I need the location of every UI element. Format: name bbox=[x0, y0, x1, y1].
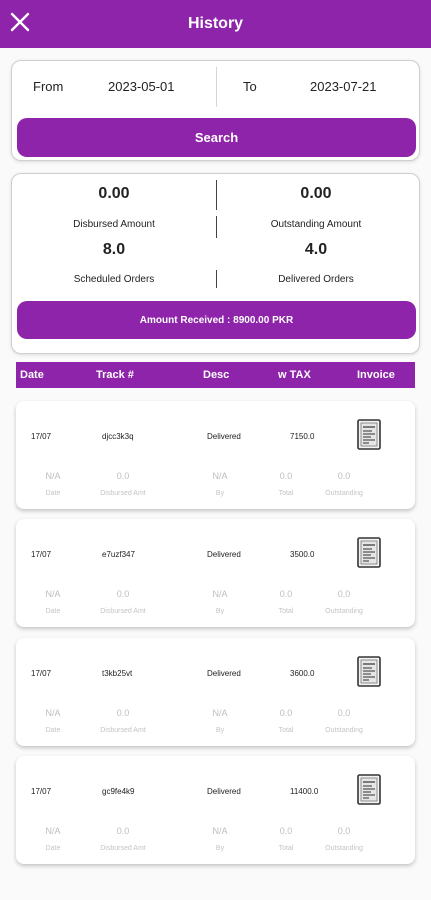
row-outstanding-label: Outstanding bbox=[325, 490, 363, 497]
invoice-icon[interactable] bbox=[356, 419, 382, 451]
row-outstanding-value: 0.0 bbox=[337, 471, 351, 481]
table-row[interactable]: 17/07 gc9fe4k9 Delivered 11400.0 N/A Date 0.0 D… bbox=[16, 756, 415, 864]
row-disbursed-amt-label: Disbursed Amt bbox=[100, 727, 146, 734]
to-label: To bbox=[243, 79, 257, 94]
table-header: Date Track # Desc w TAX Invoice bbox=[16, 362, 415, 388]
row-outstanding-value: 0.0 bbox=[337, 708, 351, 718]
to-date-field[interactable]: 2023-07-21 bbox=[310, 79, 377, 94]
row-track-number: djcc3k3q bbox=[102, 432, 134, 441]
table-row[interactable]: 17/07 e7uzf347 Delivered 3500.0 N/A Date 0.0 Di… bbox=[16, 519, 415, 627]
row-date-value: N/A bbox=[45, 589, 61, 599]
page-title: History bbox=[187, 15, 244, 32]
outstanding-amount-value: 0.00 bbox=[300, 185, 332, 202]
app-bar: History bbox=[0, 0, 431, 48]
row-desc: Delivered bbox=[207, 550, 241, 559]
row-date: 17/07 bbox=[31, 550, 52, 559]
col-wtax: w TAX bbox=[278, 369, 311, 381]
amount-received-banner: Amount Received : 8900.00 PKR bbox=[17, 301, 416, 339]
disbursed-amount-label: Disbursed Amount bbox=[73, 219, 155, 230]
row-disbursed-amt-value: 0.0 bbox=[116, 471, 130, 481]
table-row[interactable]: 17/07 djcc3k3q Delivered 7150.0 N/A Date 0.0 Di… bbox=[16, 401, 415, 509]
date-filter-card: From 2023-05-01 To 2023-07-21 Search bbox=[11, 60, 420, 161]
row-date-label: Date bbox=[45, 490, 61, 497]
summary-divider bbox=[216, 270, 217, 288]
summary-card: 0.00 0.00 Disbursed Amount Outstanding A… bbox=[11, 173, 420, 354]
row-outstanding-label: Outstanding bbox=[325, 845, 363, 852]
row-date-value: N/A bbox=[45, 471, 61, 481]
date-divider bbox=[216, 67, 217, 107]
row-desc: Delivered bbox=[207, 787, 241, 796]
disbursed-amount-value: 0.00 bbox=[98, 185, 130, 202]
col-invoice: Invoice bbox=[357, 369, 395, 381]
invoice-icon[interactable] bbox=[356, 656, 382, 688]
row-disbursed-amt-label: Disbursed Amt bbox=[100, 845, 146, 852]
row-date-label: Date bbox=[45, 608, 61, 615]
row-track-number: t3kb25vt bbox=[102, 669, 133, 678]
close-icon[interactable] bbox=[8, 10, 32, 34]
row-outstanding-label: Outstanding bbox=[325, 608, 363, 615]
row-disbursed-amt-value: 0.0 bbox=[116, 826, 130, 836]
col-track: Track # bbox=[96, 369, 134, 381]
col-desc: Desc bbox=[203, 369, 230, 381]
row-wtax: 11400.0 bbox=[290, 787, 319, 796]
row-date-label: Date bbox=[45, 845, 61, 852]
row-date: 17/07 bbox=[31, 669, 52, 678]
row-track-number: gc9fe4k9 bbox=[102, 787, 135, 796]
row-date-value: N/A bbox=[45, 708, 61, 718]
row-disbursed-amt-label: Disbursed Amt bbox=[100, 608, 146, 615]
row-wtax: 3600.0 bbox=[290, 669, 315, 678]
row-date: 17/07 bbox=[31, 787, 52, 796]
summary-divider bbox=[216, 216, 217, 238]
search-button[interactable]: Search bbox=[17, 118, 416, 157]
row-date: 17/07 bbox=[31, 432, 52, 441]
row-outstanding-value: 0.0 bbox=[337, 589, 351, 599]
row-track-number: e7uzf347 bbox=[102, 550, 135, 559]
delivered-orders-value: 4.0 bbox=[304, 241, 328, 258]
scheduled-orders-value: 8.0 bbox=[102, 241, 126, 258]
invoice-icon[interactable] bbox=[356, 774, 382, 806]
row-wtax: 3500.0 bbox=[290, 550, 315, 559]
row-date-label: Date bbox=[45, 727, 61, 734]
row-outstanding-value: 0.0 bbox=[337, 826, 351, 836]
from-date-field[interactable]: 2023-05-01 bbox=[108, 79, 175, 94]
delivered-orders-label: Delivered Orders bbox=[278, 274, 354, 285]
row-desc: Delivered bbox=[207, 669, 241, 678]
outstanding-amount-label: Outstanding Amount bbox=[270, 219, 362, 230]
row-desc: Delivered bbox=[207, 432, 241, 441]
scheduled-orders-label: Scheduled Orders bbox=[73, 274, 155, 285]
row-disbursed-amt-value: 0.0 bbox=[116, 589, 130, 599]
from-label: From bbox=[33, 79, 64, 94]
row-wtax: 7150.0 bbox=[290, 432, 315, 441]
col-date: Date bbox=[20, 369, 44, 381]
row-outstanding-label: Outstanding bbox=[325, 727, 363, 734]
table-row[interactable]: 17/07 t3kb25vt Delivered 3600.0 N/A Date 0.0 Di… bbox=[16, 638, 415, 746]
row-date-value: N/A bbox=[45, 826, 61, 836]
row-disbursed-amt-label: Disbursed Amt bbox=[100, 490, 146, 497]
row-disbursed-amt-value: 0.0 bbox=[116, 708, 130, 718]
summary-divider bbox=[216, 180, 217, 210]
date-range-row: From 2023-05-01 To 2023-07-21 bbox=[12, 61, 419, 113]
invoice-icon[interactable] bbox=[356, 537, 382, 569]
